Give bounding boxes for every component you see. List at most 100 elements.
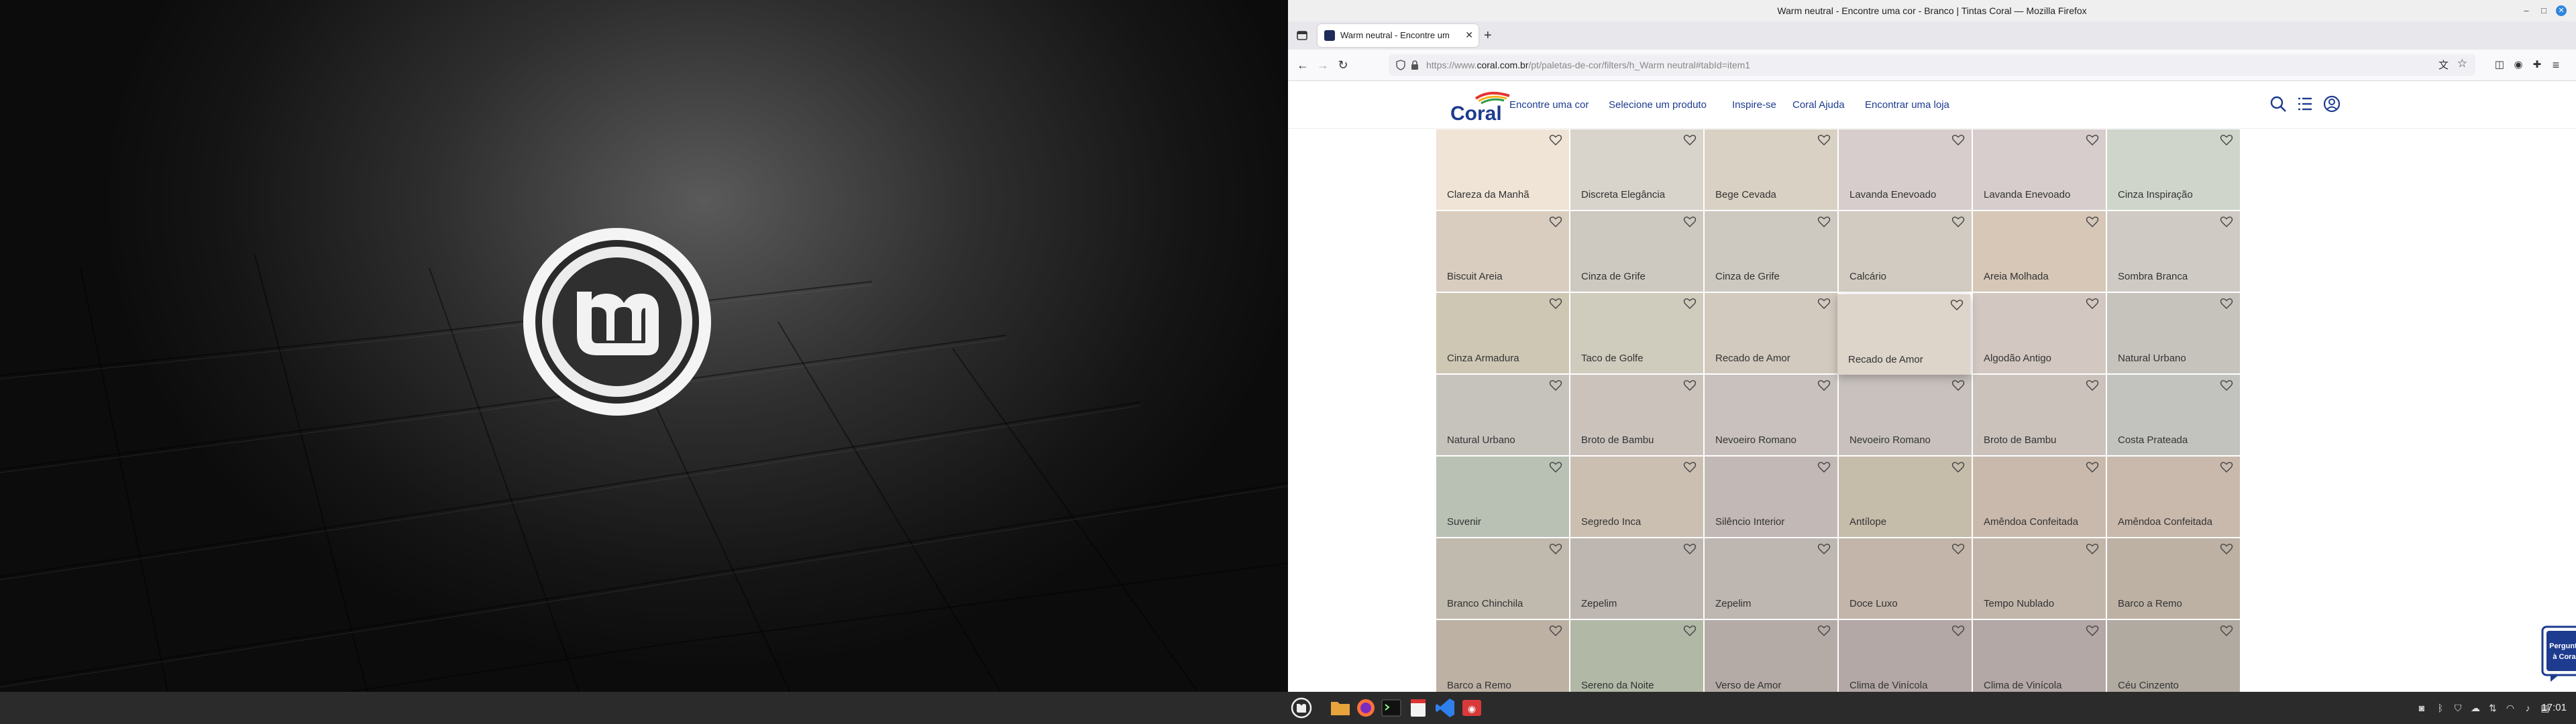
clock[interactable]: 17:01 <box>2541 692 2567 724</box>
favorite-heart-icon[interactable] <box>1683 379 1697 392</box>
color-swatch-card[interactable]: Branco Chinchila <box>1436 538 1569 619</box>
color-swatch-card[interactable]: Nevoeiro Romano <box>1705 375 1837 455</box>
list-icon[interactable] <box>2296 95 2314 113</box>
pergunte-a-coral-widget[interactable]: Pergunte à Coral <box>2541 625 2576 683</box>
favorite-heart-icon[interactable] <box>1817 215 1831 229</box>
favorite-heart-icon[interactable] <box>1951 624 1965 638</box>
color-swatch-card[interactable]: Sombra Branca <box>2107 211 2240 292</box>
favorite-heart-icon[interactable] <box>1951 379 1965 392</box>
color-swatch-card[interactable]: Broto de Bambu <box>1570 375 1703 455</box>
bluetooth-tray-icon[interactable]: ᛒ <box>2435 703 2446 713</box>
color-swatch-card[interactable]: Antílope <box>1839 457 1972 537</box>
color-swatch-card[interactable]: Cinza de Grife <box>1705 211 1837 292</box>
favorite-heart-icon[interactable] <box>2220 297 2233 310</box>
back-arrow-icon[interactable]: ← <box>1295 57 1311 73</box>
volume-tray-icon[interactable]: ♪ <box>2522 703 2533 713</box>
favorite-heart-icon[interactable] <box>1683 133 1697 147</box>
color-swatch-card[interactable]: Clima de Vinícola <box>1973 620 2106 692</box>
favorite-heart-icon[interactable] <box>1817 461 1831 474</box>
color-swatch-card[interactable]: Zepelim <box>1570 538 1703 619</box>
terminal-icon[interactable] <box>1379 696 1403 720</box>
updates-tray-icon[interactable]: ⇅ <box>2487 703 2498 713</box>
favorite-heart-icon[interactable] <box>2086 297 2099 310</box>
favorite-heart-icon[interactable] <box>2220 133 2233 147</box>
bookmark-star-icon[interactable]: ☆ <box>2457 57 2467 70</box>
color-swatch-card[interactable]: Discreta Elegância <box>1570 129 1703 210</box>
color-swatch-card[interactable]: Clima de Vinícola <box>1839 620 1972 692</box>
color-swatch-card[interactable]: Cinza de Grife <box>1570 211 1703 292</box>
favorite-heart-icon[interactable] <box>1683 461 1697 474</box>
menu-inspire-se[interactable]: Inspire-se <box>1732 99 1776 111</box>
favorite-heart-icon[interactable] <box>1683 542 1697 556</box>
shield-tray-icon[interactable]: ⛉ <box>2453 703 2463 713</box>
favorite-heart-icon[interactable] <box>1951 461 1965 474</box>
favorite-heart-icon[interactable] <box>1683 297 1697 310</box>
account-icon[interactable]: ◉ <box>2510 57 2526 73</box>
tab-close-icon[interactable]: ✕ <box>1465 29 1473 41</box>
search-icon[interactable] <box>2269 95 2288 113</box>
favorite-heart-icon[interactable] <box>1683 624 1697 638</box>
translate-icon[interactable]: 文 <box>2438 58 2449 72</box>
color-swatch-card[interactable]: Zepelim <box>1705 538 1837 619</box>
color-swatch-card[interactable]: Costa Prateada <box>2107 375 2240 455</box>
color-swatch-card[interactable]: Taco de Golfe <box>1570 293 1703 373</box>
color-swatch-card[interactable]: Areia Molhada <box>1973 211 2106 292</box>
favorite-heart-icon[interactable] <box>1817 379 1831 392</box>
url-bar[interactable]: https://www.coral.com.br/pt/paletas-de-c… <box>1389 54 2475 76</box>
color-swatch-card[interactable]: Barco a Remo <box>1436 620 1569 692</box>
favorite-heart-icon[interactable] <box>2086 133 2099 147</box>
extensions-icon[interactable]: ✚ <box>2529 57 2545 73</box>
menu-hamburger-icon[interactable]: ≡ <box>2548 57 2564 73</box>
favorite-heart-icon[interactable] <box>1817 297 1831 310</box>
firefox-view-icon[interactable] <box>1296 29 1308 42</box>
color-swatch-card[interactable]: Verso de Amor <box>1705 620 1837 692</box>
color-swatch-card[interactable]: Clareza da Manhã <box>1436 129 1569 210</box>
color-swatch-card[interactable]: Amêndoa Confeitada <box>2107 457 2240 537</box>
color-swatch-card[interactable]: Lavanda Enevoado <box>1839 129 1972 210</box>
favorite-heart-icon[interactable] <box>2220 542 2233 556</box>
color-swatch-card[interactable]: Biscuit Areia <box>1436 211 1569 292</box>
url-text[interactable]: https://www.coral.com.br/pt/paletas-de-c… <box>1426 54 1750 76</box>
favorite-heart-icon[interactable] <box>1951 215 1965 229</box>
favorite-heart-icon[interactable] <box>1683 215 1697 229</box>
menu-encontrar-uma-loja[interactable]: Encontrar uma loja <box>1865 99 1949 111</box>
color-swatch-card[interactable]: Bege Cevada <box>1705 129 1837 210</box>
shield-icon[interactable] <box>1395 60 1406 70</box>
favorite-heart-icon[interactable] <box>1549 624 1562 638</box>
color-swatch-card[interactable]: Algodão Antigo <box>1973 293 2106 373</box>
favorite-heart-icon[interactable] <box>2086 624 2099 638</box>
favorite-heart-icon[interactable] <box>1951 133 1965 147</box>
color-swatch-card[interactable]: Segredo Inca <box>1570 457 1703 537</box>
favorite-heart-icon[interactable] <box>1817 542 1831 556</box>
color-swatch-card[interactable]: Amêndoa Confeitada <box>1973 457 2106 537</box>
reload-icon[interactable]: ↻ <box>1335 57 1351 73</box>
color-swatch-card[interactable]: Suvenir <box>1436 457 1569 537</box>
color-swatch-card[interactable]: Silêncio Interior <box>1705 457 1837 537</box>
favorite-heart-icon[interactable] <box>2220 624 2233 638</box>
color-swatch-card[interactable]: Natural Urbano <box>2107 293 2240 373</box>
maximize-button[interactable]: □ <box>2538 5 2549 16</box>
color-swatch-card[interactable]: Lavanda Enevoado <box>1973 129 2106 210</box>
menu-coral-ajuda[interactable]: Coral Ajuda <box>1792 99 1845 111</box>
color-swatch-card[interactable]: Cinza Inspiração <box>2107 129 2240 210</box>
favorite-heart-icon[interactable] <box>2086 461 2099 474</box>
minimize-button[interactable]: – <box>2521 5 2532 16</box>
favorite-heart-icon[interactable] <box>2086 379 2099 392</box>
favorite-heart-icon[interactable] <box>1817 133 1831 147</box>
text-editor-icon[interactable] <box>1406 696 1430 720</box>
mint-menu-icon[interactable] <box>1289 696 1313 720</box>
favorite-heart-icon[interactable] <box>2086 215 2099 229</box>
vscode-icon[interactable] <box>1433 696 1457 720</box>
favorite-heart-icon[interactable] <box>2220 215 2233 229</box>
color-swatch-card[interactable]: Natural Urbano <box>1436 375 1569 455</box>
lock-icon[interactable] <box>1410 60 1419 70</box>
color-swatch-card[interactable]: Sereno da Noite <box>1570 620 1703 692</box>
favorite-heart-icon[interactable] <box>1951 542 1965 556</box>
favorite-heart-icon[interactable] <box>1817 624 1831 638</box>
discord-tray-icon[interactable]: ◙ <box>2416 703 2427 713</box>
favorite-heart-icon[interactable] <box>1549 297 1562 310</box>
color-swatch-card[interactable]: Céu Cinzento <box>2107 620 2240 692</box>
favorite-heart-icon[interactable] <box>2220 379 2233 392</box>
wifi-tray-icon[interactable]: ◠ <box>2505 703 2516 713</box>
network-tray-icon[interactable]: ☁ <box>2470 703 2481 713</box>
